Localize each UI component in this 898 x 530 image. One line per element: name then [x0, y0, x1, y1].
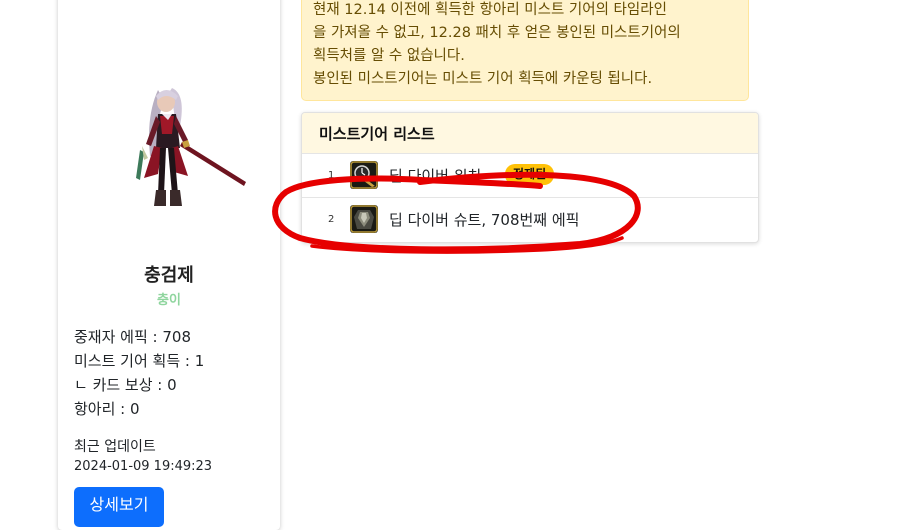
- notice-line: 현재 12.14 이전에 획득한 항아리 미스트 기어의 타임라인: [313, 2, 667, 18]
- suit-icon: [350, 205, 378, 233]
- list-item[interactable]: 2 딥 다이버 슈트, 708번째 에픽: [302, 198, 758, 242]
- character-name: 충검제: [144, 265, 194, 286]
- character-stats: 중재자 에픽 : 708 미스트 기어 획득 : 1 ㄴ 카드 보상 : 0 항…: [74, 325, 204, 421]
- notice-line: 획득처를 알 수 없습니다.: [313, 48, 465, 64]
- row-number: 1: [328, 170, 335, 181]
- watch-icon: [350, 161, 378, 189]
- mist-gear-list-card: 미스트기어 리스트 1 딥 다이버 워치 정제된 2 딥 다이버 슈트, 708…: [301, 112, 759, 243]
- stat-epic-count: 중재자 에픽 : 708: [74, 328, 191, 346]
- item-name: 딥 다이버 워치: [389, 167, 482, 185]
- list-item[interactable]: 1 딥 다이버 워치 정제된: [302, 154, 758, 198]
- stat-card-reward-count: ㄴ 카드 보상 : 0: [74, 376, 177, 394]
- mist-gear-list-title: 미스트기어 리스트: [302, 113, 758, 154]
- notice-line: 을 가져올 수 없고, 12.28 패치 후 얻은 봉인된 미스트기어의: [313, 25, 681, 41]
- notice-line: 봉인된 미스트기어는 미스트 기어 획득에 카운팅 됩니다.: [313, 71, 653, 87]
- character-job: 충이: [157, 293, 181, 308]
- character-profile-card: 충검제 충이 중재자 에픽 : 708 미스트 기어 획득 : 1 ㄴ 카드 보…: [58, 0, 280, 530]
- last-update-time: 2024-01-09 19:49:23: [74, 459, 213, 474]
- item-name: 딥 다이버 슈트, 708번째 에픽: [389, 211, 580, 229]
- row-number: 2: [328, 214, 335, 225]
- notice-alert: 현재 12.14 이전에 획득한 항아리 미스트 기어의 타임라인 을 가져올 …: [301, 0, 749, 101]
- last-update-label: 최근 업데이트: [74, 439, 156, 455]
- refined-badge: 정제된: [505, 164, 555, 185]
- detail-button[interactable]: 상세보기: [74, 487, 164, 527]
- stat-mist-gear-count: 미스트 기어 획득 : 1: [74, 352, 205, 370]
- stat-jar-count: 항아리 : 0: [74, 400, 140, 418]
- character-avatar: [136, 88, 246, 206]
